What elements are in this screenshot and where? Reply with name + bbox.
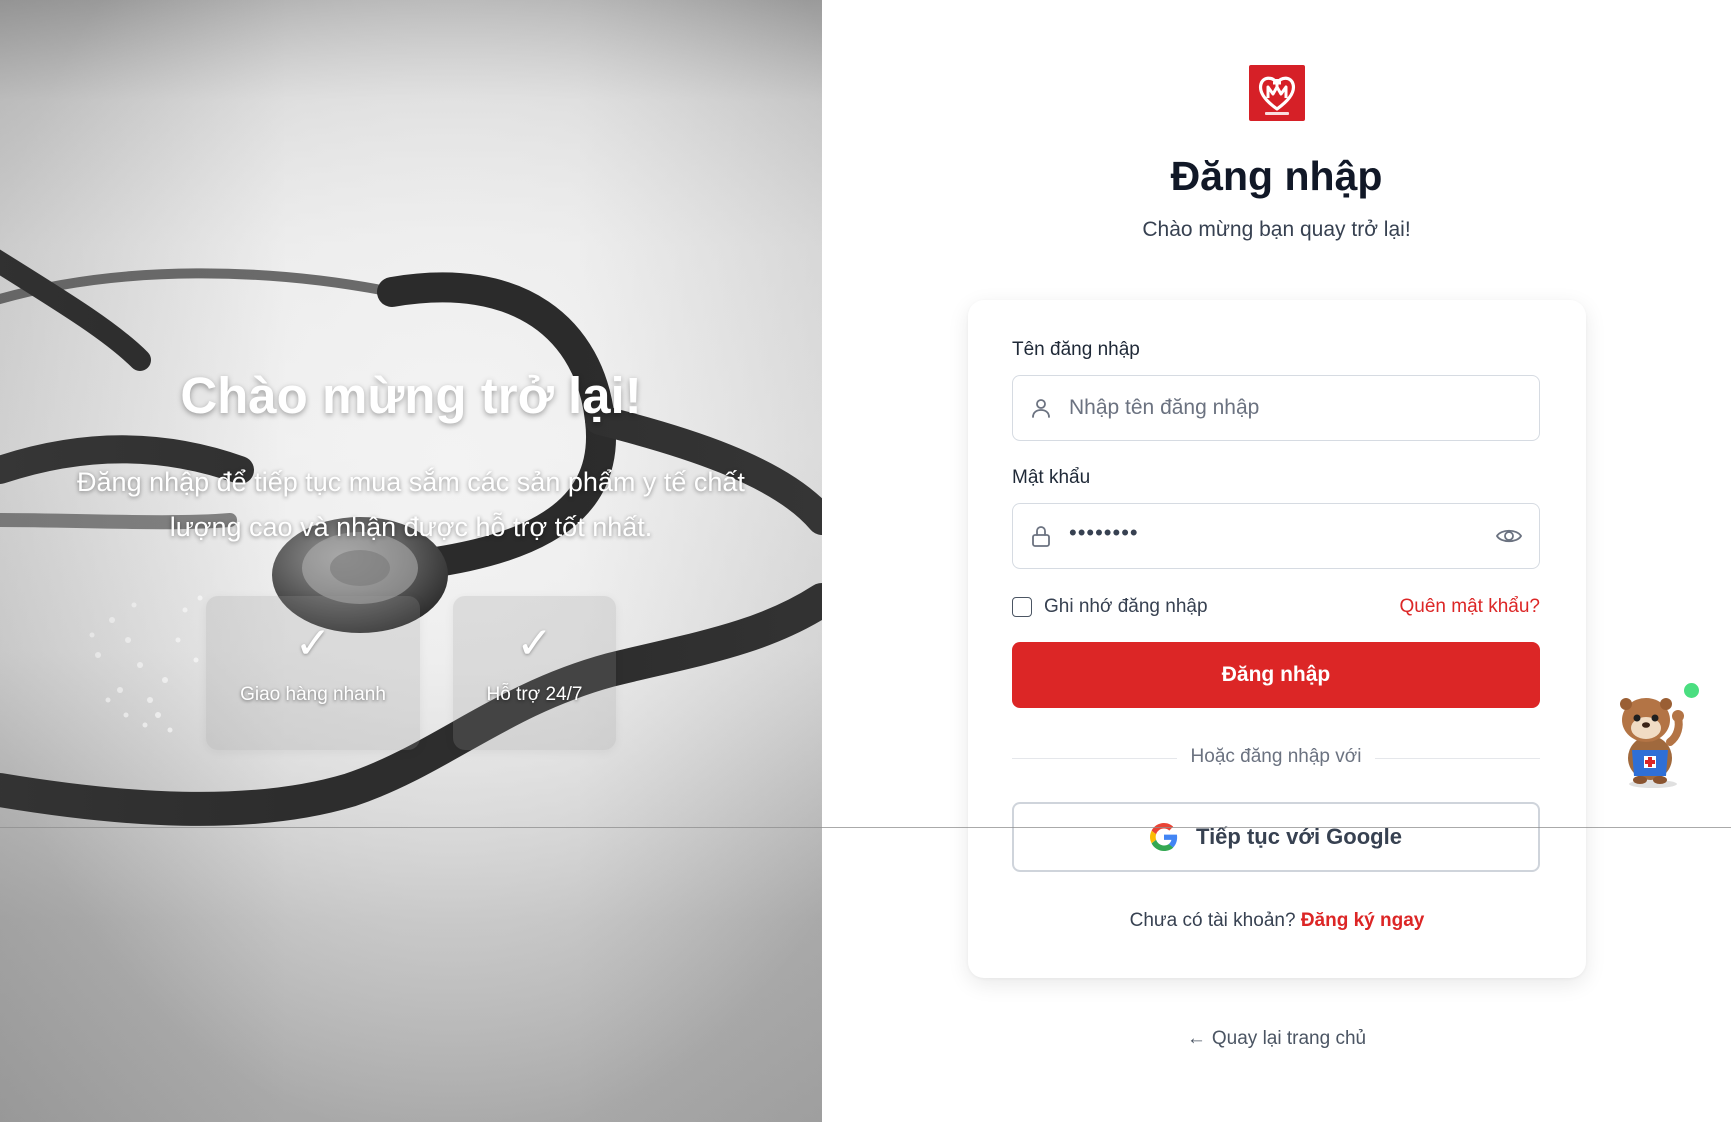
online-status-dot bbox=[1684, 683, 1699, 698]
feature-label: Hỗ trợ 24/7 bbox=[486, 684, 583, 705]
username-input[interactable]: Nhập tên đăng nhập bbox=[1012, 375, 1540, 441]
password-value: •••••••• bbox=[1069, 520, 1139, 545]
remember-me[interactable]: Ghi nhớ đăng nhập bbox=[1012, 595, 1208, 619]
back-home-link[interactable]: ← Quay lại trang chủ bbox=[822, 1028, 1731, 1050]
check-icon: ✓ bbox=[516, 619, 553, 668]
feature-card-support: ✓ Hỗ trợ 24/7 bbox=[453, 596, 616, 750]
username-placeholder: Nhập tên đăng nhập bbox=[1069, 396, 1260, 419]
hero-panel: Chào mừng trở lại! Đăng nhập để tiếp tục… bbox=[0, 0, 822, 1122]
signup-prompt: Chưa có tài khoản? bbox=[1129, 910, 1296, 931]
remember-checkbox[interactable] bbox=[1012, 597, 1032, 617]
password-label: Mật khẩu bbox=[1012, 467, 1091, 488]
page-title: Đăng nhập bbox=[1170, 153, 1383, 199]
horizontal-guide-line bbox=[0, 827, 1731, 828]
back-home-label: Quay lại trang chủ bbox=[1211, 1028, 1367, 1049]
page-subtitle: Chào mừng bạn quay trở lại! bbox=[1142, 218, 1411, 241]
login-card: Tên đăng nhập Nhập tên đăng nhập Mật khẩ… bbox=[968, 300, 1586, 978]
medimate-logo bbox=[1249, 65, 1305, 121]
divider-text: Hoặc đăng nhập với bbox=[1190, 746, 1362, 767]
check-icon: ✓ bbox=[294, 619, 332, 668]
hero-overlay bbox=[0, 0, 822, 1122]
user-icon bbox=[1032, 399, 1050, 418]
signup-link[interactable]: Đăng ký ngay bbox=[1301, 910, 1425, 931]
username-label: Tên đăng nhập bbox=[1012, 339, 1140, 360]
hero-subtitle: Đăng nhập để tiếp tục mua sắm các sản ph… bbox=[77, 467, 745, 542]
password-input[interactable]: •••••••• bbox=[1012, 503, 1540, 569]
otter-mascot-icon[interactable] bbox=[1608, 680, 1698, 790]
google-login-button[interactable]: Tiếp tục với Google bbox=[1012, 802, 1540, 872]
lock-icon bbox=[1032, 526, 1050, 547]
login-button[interactable]: Đăng nhập bbox=[1012, 642, 1540, 708]
signup-prompt-row: Chưa có tài khoản? Đăng ký ngay bbox=[968, 910, 1586, 932]
feature-card-fast-delivery: ✓ Giao hàng nhanh bbox=[206, 596, 420, 750]
divider: Hoặc đăng nhập với bbox=[1012, 745, 1540, 771]
forgot-password-link[interactable]: Quên mật khẩu? bbox=[1400, 596, 1540, 618]
feature-label: Giao hàng nhanh bbox=[240, 684, 386, 705]
remember-label[interactable]: Ghi nhớ đăng nhập bbox=[1044, 596, 1208, 618]
eye-icon[interactable] bbox=[1495, 524, 1523, 548]
hero-title: Chào mừng trở lại! bbox=[180, 367, 642, 424]
arrow-left-icon: ← bbox=[1186, 1028, 1206, 1049]
